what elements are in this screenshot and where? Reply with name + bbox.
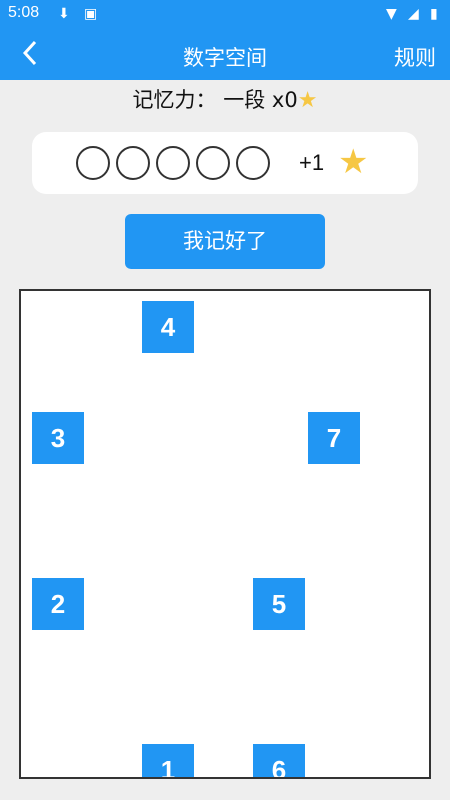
app-bar: 数字空间 规则 <box>0 30 450 80</box>
answer-slot[interactable] <box>236 146 270 180</box>
number-tile[interactable]: 6 <box>253 744 305 777</box>
number-tile[interactable]: 5 <box>253 578 305 630</box>
notification-icon: ▣ <box>84 6 98 22</box>
number-board: 4 3 7 2 5 1 6 <box>19 289 431 779</box>
memorized-button[interactable]: 我记好了 <box>125 214 325 269</box>
star-icon: ★ <box>297 88 318 113</box>
status-time: 5:08 <box>8 4 40 21</box>
memory-label: 记忆力： <box>132 88 217 112</box>
battery-icon: ▮ <box>430 6 438 22</box>
number-tile[interactable]: 4 <box>142 301 194 353</box>
status-bar: 5:08 ⬇ ▣ ▼ ◢ ▮ <box>0 0 450 30</box>
number-tile[interactable]: 3 <box>32 412 84 464</box>
rules-button[interactable]: 规则 <box>394 42 436 72</box>
answer-slot[interactable] <box>156 146 190 180</box>
star-icon: ★ <box>338 142 369 182</box>
answer-slots-panel: +1 ★ <box>32 132 418 194</box>
answer-slot[interactable] <box>76 146 110 180</box>
answer-slots <box>76 144 276 182</box>
memory-multiplier: x0 <box>271 88 298 112</box>
answer-slot[interactable] <box>116 146 150 180</box>
number-tile[interactable]: 1 <box>142 744 194 777</box>
memory-level-value: 一段 <box>223 88 266 112</box>
signal-icon: ◢ <box>408 6 419 22</box>
number-tile[interactable]: 7 <box>308 412 360 464</box>
answer-slot[interactable] <box>196 146 230 180</box>
page-title: 数字空间 <box>183 46 267 70</box>
memory-level: 记忆力： 一段 x0★ <box>0 84 450 114</box>
wifi-icon: ▼ <box>386 6 397 22</box>
number-tile[interactable]: 2 <box>32 578 84 630</box>
download-icon: ⬇ <box>58 6 70 22</box>
bonus-label: +1 <box>299 150 325 175</box>
